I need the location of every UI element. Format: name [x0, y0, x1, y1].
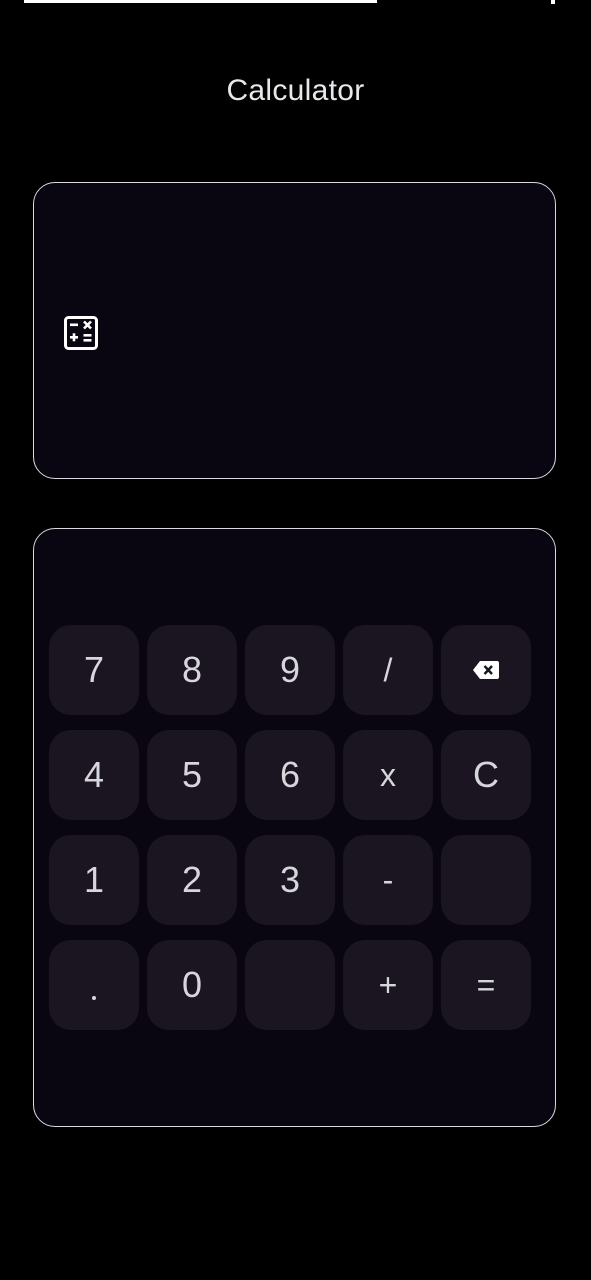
- key-add[interactable]: +: [343, 940, 433, 1030]
- status-bar-indicator: [24, 0, 377, 3]
- key-label: 4: [83, 754, 105, 795]
- decimal-dot: [92, 996, 96, 1000]
- key-label: +: [378, 966, 398, 1003]
- key-label: C: [473, 754, 499, 795]
- key-6[interactable]: 6: [245, 730, 335, 820]
- display-panel: [33, 182, 556, 479]
- key-9[interactable]: 9: [245, 625, 335, 715]
- key-label: =: [476, 966, 496, 1003]
- key-blank-1[interactable]: [441, 835, 531, 925]
- key-label: 6: [279, 754, 301, 795]
- key-label: /: [383, 651, 393, 688]
- key-7[interactable]: 7: [49, 625, 139, 715]
- key-label: 5: [181, 754, 203, 795]
- key-multiply[interactable]: x: [343, 730, 433, 820]
- key-decimal[interactable]: .: [49, 940, 139, 1030]
- key-label: 7: [83, 649, 105, 690]
- key-4[interactable]: 4: [49, 730, 139, 820]
- key-label: 1: [83, 859, 105, 900]
- key-1[interactable]: 1: [49, 835, 139, 925]
- key-clear[interactable]: C: [441, 730, 531, 820]
- key-label: x: [380, 756, 396, 793]
- key-label: -: [382, 861, 394, 898]
- key-blank-2[interactable]: [245, 940, 335, 1030]
- key-label: 3: [279, 859, 301, 900]
- key-8[interactable]: 8: [147, 625, 237, 715]
- status-bar-mark: [551, 0, 555, 4]
- key-subtract[interactable]: -: [343, 835, 433, 925]
- key-label: 9: [279, 649, 301, 690]
- key-divide[interactable]: /: [343, 625, 433, 715]
- page-title: Calculator: [226, 74, 365, 107]
- calculator-icon: [64, 316, 98, 350]
- key-5[interactable]: 5: [147, 730, 237, 820]
- key-label: 2: [181, 859, 203, 900]
- key-backspace[interactable]: [441, 625, 531, 715]
- key-label: 0: [181, 964, 203, 1005]
- key-3[interactable]: 3: [245, 835, 335, 925]
- backspace-icon: [473, 661, 499, 679]
- key-label: 8: [181, 649, 203, 690]
- keypad-panel: 7 8 9 / 4 5 6 x C 1 2 3 -. 0 + =: [33, 528, 556, 1127]
- key-equals[interactable]: =: [441, 940, 531, 1030]
- key-2[interactable]: 2: [147, 835, 237, 925]
- key-0[interactable]: 0: [147, 940, 237, 1030]
- calculator-screen: Calculator 7 8 9 / 4 5 6 x C 1 2 3 -. 0 + =: [0, 0, 591, 1280]
